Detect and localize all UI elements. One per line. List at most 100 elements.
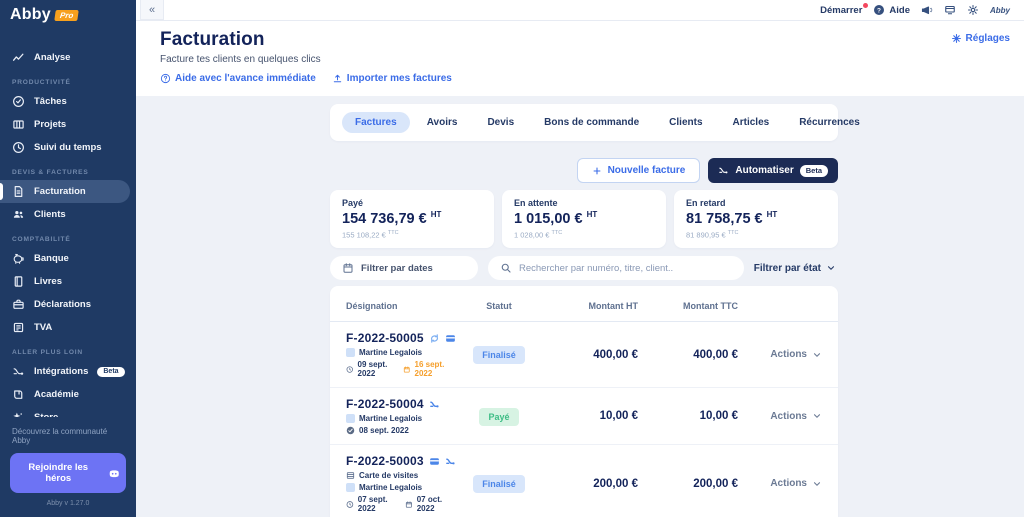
client-avatar	[346, 414, 355, 424]
stats-row: Payé 154 736,79 € HT 155 108,22 € TTC En…	[330, 190, 838, 249]
automation-icon	[445, 458, 455, 465]
actions-dropdown[interactable]: Actions	[738, 411, 822, 422]
join-heroes-button[interactable]: Rejoindre les héros	[10, 453, 126, 493]
tab-bons-de-commande[interactable]: Bons de commande	[531, 112, 652, 133]
sidebar-item-label: Banque	[34, 253, 69, 264]
page-title: Facturation	[160, 29, 265, 50]
sidebar-item-label: Suivi du temps	[34, 142, 102, 153]
collapse-sidebar-button[interactable]: «	[140, 0, 164, 20]
question-circle-icon	[160, 73, 171, 84]
logo-text: Abby	[10, 6, 51, 23]
invoices-table: Désignation Statut Montant HT Montant TT…	[330, 286, 838, 517]
nav-section-comptabilite: COMPTABILITÉ	[12, 236, 71, 243]
sidebar-item-facturation[interactable]: Facturation	[0, 180, 130, 203]
sidebar-item-tva[interactable]: TVA	[0, 316, 130, 339]
actions-dropdown[interactable]: Actions	[738, 349, 822, 360]
sidebar-item-store[interactable]: Store	[0, 406, 130, 417]
table-row[interactable]: F-2022-50003 Carte de visites Martine Le…	[330, 445, 838, 517]
col-montant-ht: Montant HT	[588, 300, 639, 311]
beta-badge: Beta	[97, 366, 125, 377]
search-input[interactable]	[519, 262, 732, 274]
sidebar-item-analyse[interactable]: Analyse	[0, 46, 130, 69]
megaphone-icon[interactable]	[921, 4, 933, 16]
sidebar-item-declarations[interactable]: Déclarations	[0, 293, 130, 316]
client-name: Martine Legalois	[359, 414, 423, 424]
import-invoices-label: Importer mes factures	[346, 73, 452, 84]
sidebar-item-label: TVA	[34, 322, 53, 333]
stat-amount-ttc: 1 028,00 €	[514, 230, 550, 240]
table-header: Désignation Statut Montant HT Montant TT…	[330, 290, 838, 323]
state-filter-dropdown[interactable]: Filtrer par état	[754, 263, 838, 274]
date-filter-button[interactable]: Filtrer par dates	[330, 256, 478, 281]
ttc-suffix: TTC	[387, 229, 399, 236]
sidebar-item-clients[interactable]: Clients	[0, 203, 130, 226]
plus-icon	[593, 167, 601, 174]
sidebar-item-livres[interactable]: Livres	[0, 270, 130, 293]
integrations-icon	[13, 368, 24, 375]
tab-factures[interactable]: Factures	[342, 112, 410, 133]
table-row[interactable]: F-2022-50005 Martine Legalois 09 sept. 2…	[330, 322, 838, 389]
aide-button[interactable]: ? Aide	[873, 4, 910, 16]
document-tabs: Factures Avoirs Devis Bons de commande C…	[330, 104, 860, 141]
discord-icon	[109, 469, 119, 477]
table-row[interactable]: F-2022-50004 Martine Legalois 08 sept. 2…	[330, 388, 838, 446]
amount-ttc: 400,00 €	[693, 348, 738, 361]
upload-icon	[333, 74, 342, 83]
app-logo[interactable]: Abby Pro	[0, 0, 136, 34]
reglages-link[interactable]: Réglages	[951, 33, 1010, 44]
paid-date: 08 sept. 2022	[346, 426, 409, 435]
tab-avoirs[interactable]: Avoirs	[414, 112, 471, 133]
sidebar-item-projets[interactable]: Projets	[0, 113, 130, 136]
apps-icon[interactable]	[944, 4, 956, 16]
item-line: Carte de visites	[346, 471, 456, 480]
status-badge: Payé	[479, 407, 519, 426]
stat-label: Payé	[342, 198, 364, 208]
client-line: Martine Legalois	[346, 348, 456, 358]
advance-help-label: Aide avec l'avance immédiate	[175, 73, 316, 84]
calendar-small-icon	[403, 366, 410, 373]
demarrer-button[interactable]: Démarrer	[820, 2, 869, 16]
stat-amount-ht: 81 758,75 €	[686, 210, 763, 227]
sidebar-footer: Découvrez la communauté Abby Rejoindre l…	[0, 417, 136, 517]
topbar: « Démarrer ? Aide Abby	[136, 0, 1024, 21]
automation-icon	[719, 167, 728, 174]
automation-icon	[429, 401, 439, 408]
ttc-suffix: TTC	[727, 229, 739, 236]
sidebar-item-academie[interactable]: Académie	[0, 383, 130, 406]
clients-icon	[13, 210, 24, 218]
toolbar: Nouvelle facture Automatiser Beta	[330, 158, 838, 183]
help-icon: ?	[874, 5, 885, 15]
due-date-text: 16 sept. 2022	[414, 360, 445, 379]
sidebar-item-taches[interactable]: Tâches	[0, 90, 130, 113]
advance-help-link[interactable]: Aide avec l'avance immédiate	[160, 73, 316, 84]
state-filter-label: Filtrer par état	[753, 262, 821, 274]
content-area: Factures Avoirs Devis Bons de commande C…	[136, 96, 1024, 517]
bank-icon	[13, 253, 24, 264]
actions-dropdown[interactable]: Actions	[738, 478, 822, 489]
new-invoice-button[interactable]: Nouvelle facture	[576, 158, 701, 183]
due-date-overdue: 16 sept. 2022	[403, 360, 456, 378]
projects-icon	[13, 120, 24, 129]
tab-articles[interactable]: Articles	[720, 112, 783, 133]
stat-label: En attente	[514, 198, 558, 208]
tab-clients[interactable]: Clients	[656, 112, 715, 133]
tab-devis[interactable]: Devis	[474, 112, 527, 133]
academy-icon	[14, 390, 23, 399]
automate-button[interactable]: Automatiser Beta	[708, 158, 838, 183]
sidebar-item-suivi-du-temps[interactable]: Suivi du temps	[0, 136, 130, 159]
import-invoices-link[interactable]: Importer mes factures	[332, 73, 452, 84]
chevron-down-icon	[813, 414, 821, 419]
amount-ht: 10,00 €	[599, 410, 638, 423]
account-button[interactable]: Abby	[990, 6, 1010, 15]
sidebar-item-banque[interactable]: Banque	[0, 247, 130, 270]
main-area: « Démarrer ? Aide Abby Facturation Régla…	[136, 0, 1024, 517]
tab-recurrences[interactable]: Récurrences	[786, 112, 873, 133]
date-filter-label: Filtrer par dates	[361, 262, 433, 274]
tva-icon	[13, 322, 24, 333]
gear-icon[interactable]	[967, 4, 979, 16]
sidebar-item-integrations[interactable]: Intégrations Beta	[0, 360, 130, 383]
sidebar-item-label: Analyse	[34, 52, 71, 63]
nav-section-devis-factures: DEVIS & FACTURES	[12, 169, 89, 176]
page-subtitle: Facture tes clients en quelques clics	[160, 54, 321, 65]
reglages-label: Réglages	[965, 33, 1010, 44]
